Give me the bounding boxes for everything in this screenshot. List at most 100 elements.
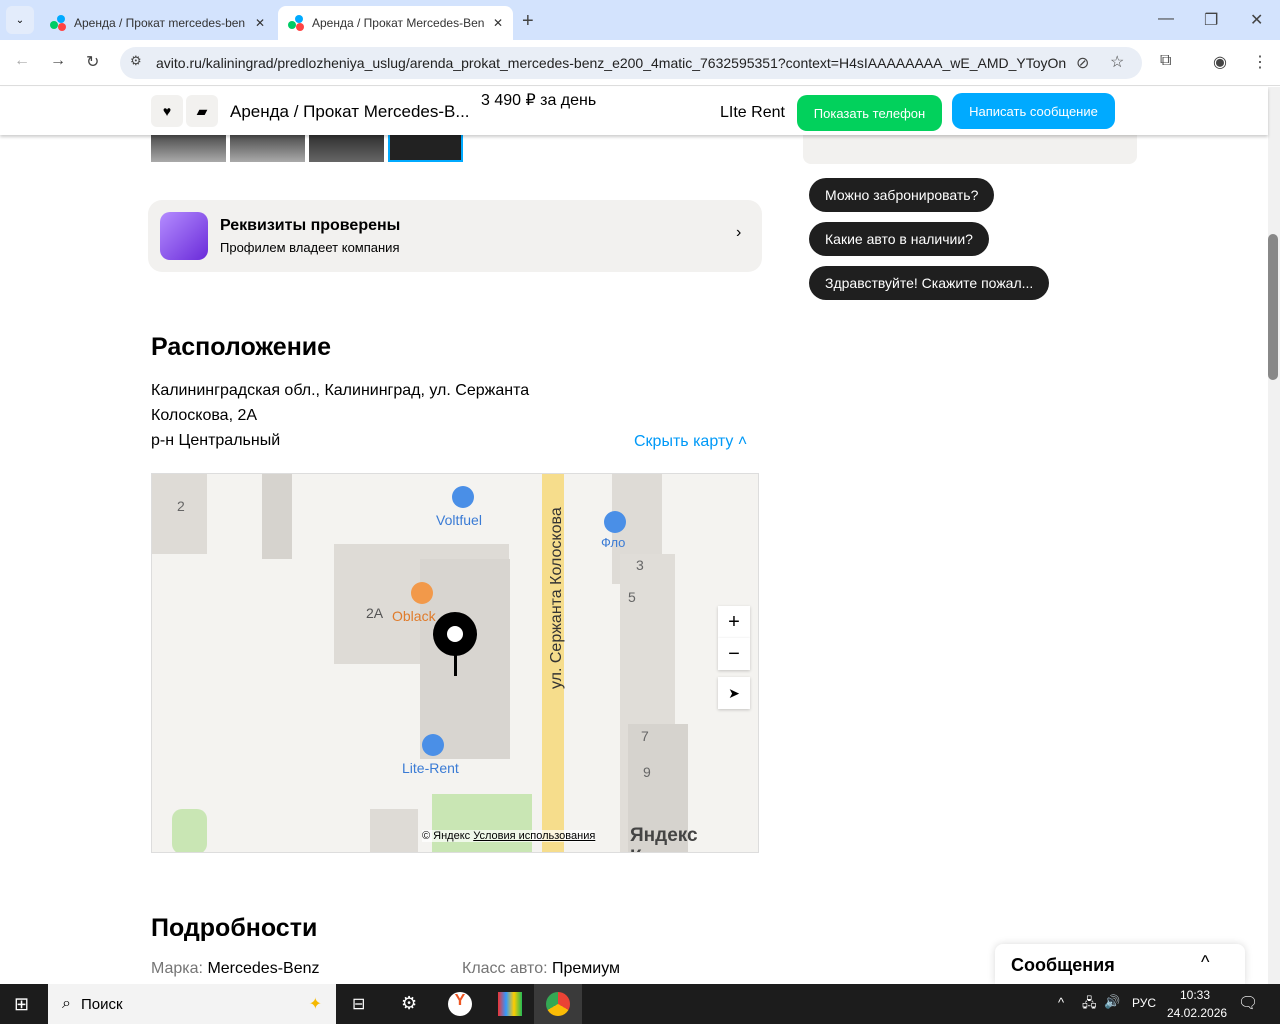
restaurant-icon <box>411 582 433 604</box>
profile-icon[interactable]: ◉ <box>1213 52 1227 72</box>
zoom-out-button[interactable]: − <box>718 638 750 670</box>
quick-question-chip[interactable]: Можно забронировать? <box>809 178 995 212</box>
tab-1[interactable]: Аренда / Прокат mercedes-ben ✕ <box>40 6 275 40</box>
map-terms-link[interactable]: Условия использования <box>473 830 595 842</box>
ev-charging-icon <box>422 734 444 756</box>
tab-2[interactable]: Аренда / Прокат Mercedes-Ben ✕ <box>278 6 513 40</box>
tab-title: Аренда / Прокат mercedes-ben <box>74 16 246 30</box>
class-label: Класс авто: <box>462 960 548 977</box>
district: р-н Центральный <box>151 432 281 449</box>
scrollbar-thumb[interactable] <box>1268 234 1278 380</box>
task-view-icon[interactable]: ⊟ <box>352 994 365 1014</box>
seller-name[interactable]: LIte Rent <box>720 104 785 122</box>
app-icon[interactable] <box>498 992 522 1016</box>
extensions-icon[interactable]: ⧉ <box>1160 52 1171 70</box>
heart-icon: ♥ <box>162 103 172 119</box>
tracking-off-icon[interactable]: ⊘ <box>1076 53 1089 73</box>
location-heading: Расположение <box>151 333 332 361</box>
tab-title: Аренда / Прокат Mercedes-Ben <box>312 16 485 30</box>
house-number: 2A <box>366 605 384 621</box>
windows-start-icon[interactable]: ⊞ <box>14 994 29 1015</box>
quick-question-chip[interactable]: Здравствуйте! Скажите пожал... <box>809 266 1050 300</box>
clock-date[interactable]: 24.02.2026 <box>1167 1006 1227 1020</box>
location-pin-icon[interactable] <box>433 612 477 656</box>
window-close-icon[interactable]: ✕ <box>1250 10 1263 30</box>
map-copyright: © Яндекс <box>422 830 471 842</box>
chevron-up-icon[interactable]: ^ <box>1201 952 1209 973</box>
network-icon[interactable]: 🖧 <box>1082 994 1097 1016</box>
brand-value: Mercedes-Benz <box>207 960 320 977</box>
hide-map-link[interactable]: Скрыть карту ˄ <box>634 433 747 451</box>
avito-icon <box>288 15 304 31</box>
poi-lite-rent[interactable]: Lite-Rent <box>402 760 459 776</box>
search-label: Поиск <box>80 995 123 1013</box>
bookmark-star-icon[interactable]: ☆ <box>1110 52 1124 72</box>
geolocation-button[interactable]: ➤ <box>718 677 750 709</box>
restore-icon[interactable]: ❐ <box>1204 10 1218 30</box>
price: 3 490 ₽ за день <box>481 92 597 109</box>
house-number: 5 <box>628 589 636 605</box>
site-settings-icon[interactable]: ⚙ <box>130 53 142 69</box>
verified-banner[interactable]: Реквизиты проверены Профилем владеет ком… <box>148 200 762 272</box>
verified-title: Реквизиты проверены <box>220 217 401 234</box>
close-icon[interactable]: ✕ <box>255 16 265 30</box>
poi-voltfuel[interactable]: Voltfuel <box>436 512 482 528</box>
url-text: avito.ru/kaliningrad/predlozheniya_uslug… <box>156 55 1066 71</box>
clock-time[interactable]: 10:33 <box>1180 988 1210 1002</box>
chevron-right-icon: › <box>736 224 742 241</box>
yandex-browser-icon[interactable]: Y <box>448 992 472 1016</box>
favorite-button[interactable]: ♥ <box>151 95 183 127</box>
details-heading: Подробности <box>151 914 318 942</box>
house-number: 9 <box>643 764 651 780</box>
brand-label: Марка: <box>151 960 203 977</box>
house-number: 3 <box>636 557 644 573</box>
class-value: Премиум <box>552 960 621 977</box>
poi-flo[interactable]: Фло <box>601 535 625 550</box>
back-icon[interactable]: ← <box>14 52 30 70</box>
ev-charging-icon <box>452 486 474 508</box>
address-line: Колоскова, 2А <box>151 407 258 424</box>
quick-question-chip[interactable]: Какие авто в наличии? <box>809 222 989 256</box>
verified-subtitle: Профилем владеет компания <box>220 240 400 255</box>
new-tab-icon[interactable]: + <box>522 10 534 33</box>
chrome-taskbar-button[interactable] <box>534 984 582 1024</box>
street-label: ул. Сержанта Колоскова <box>548 507 565 689</box>
settings-gear-icon[interactable]: ⚙ <box>401 993 417 1014</box>
messages-title: Сообщения <box>1011 955 1115 975</box>
address-line: Калининградская обл., Калининград, ул. С… <box>151 382 530 399</box>
taskbar-search[interactable]: ⌕ Поиск ✦ <box>48 984 336 1024</box>
listing-title: Аренда / Прокат Mercedes-B... <box>230 102 470 121</box>
copilot-sparkle-icon: ✦ <box>308 996 322 1013</box>
taskbar: ⊞ ⌕ Поиск ✦ ⊟ ⚙ Y ^ 🖧 🔊 РУС 10:33 24.02.2… <box>0 984 1280 1024</box>
poi-icon <box>604 511 626 533</box>
house-number: 2 <box>177 498 185 514</box>
address-bar[interactable]: ⚙ avito.ru/kaliningrad/predlozheniya_usl… <box>120 47 1142 79</box>
menu-icon[interactable]: ⋮ <box>1252 52 1268 72</box>
house-number: 7 <box>641 728 649 744</box>
tab-list-button[interactable]: ⌄ <box>6 6 34 34</box>
search-icon: ⌕ <box>62 995 71 1012</box>
forward-icon[interactable]: → <box>50 52 66 70</box>
note-icon: ▰ <box>196 102 208 119</box>
minimize-icon[interactable]: — <box>1158 10 1174 28</box>
messages-panel[interactable]: Сообщения ^ <box>995 944 1245 984</box>
sticky-header: ♥ ▰ Аренда / Прокат Mercedes-B... 3 490 … <box>0 87 1268 135</box>
chrome-icon <box>546 992 570 1016</box>
zoom-in-button[interactable]: + <box>718 606 750 638</box>
verified-icon <box>160 212 208 260</box>
poi-oblack[interactable]: Oblack <box>392 608 436 624</box>
show-phone-button[interactable]: Показать телефон <box>797 95 942 131</box>
write-message-button[interactable]: Написать сообщение <box>952 93 1115 129</box>
avito-icon <box>50 15 66 31</box>
map[interactable]: ул. Сержанта Колоскова Voltfuel Фло Obla… <box>151 473 759 853</box>
notifications-icon[interactable]: 🗨 <box>1238 993 1258 1013</box>
volume-icon[interactable]: 🔊 <box>1104 994 1120 1010</box>
scrollbar[interactable] <box>1268 87 1280 984</box>
yandex-maps-logo[interactable]: Яндекс Карты <box>630 825 758 852</box>
tray-chevron-icon[interactable]: ^ <box>1058 995 1064 1010</box>
note-button[interactable]: ▰ <box>186 95 218 127</box>
tab-bar: ⌄ Аренда / Прокат mercedes-ben ✕ Аренда … <box>0 0 1280 40</box>
language-indicator[interactable]: РУС <box>1132 996 1156 1010</box>
close-icon[interactable]: ✕ <box>493 16 503 30</box>
reload-icon[interactable]: ↻ <box>86 52 99 72</box>
